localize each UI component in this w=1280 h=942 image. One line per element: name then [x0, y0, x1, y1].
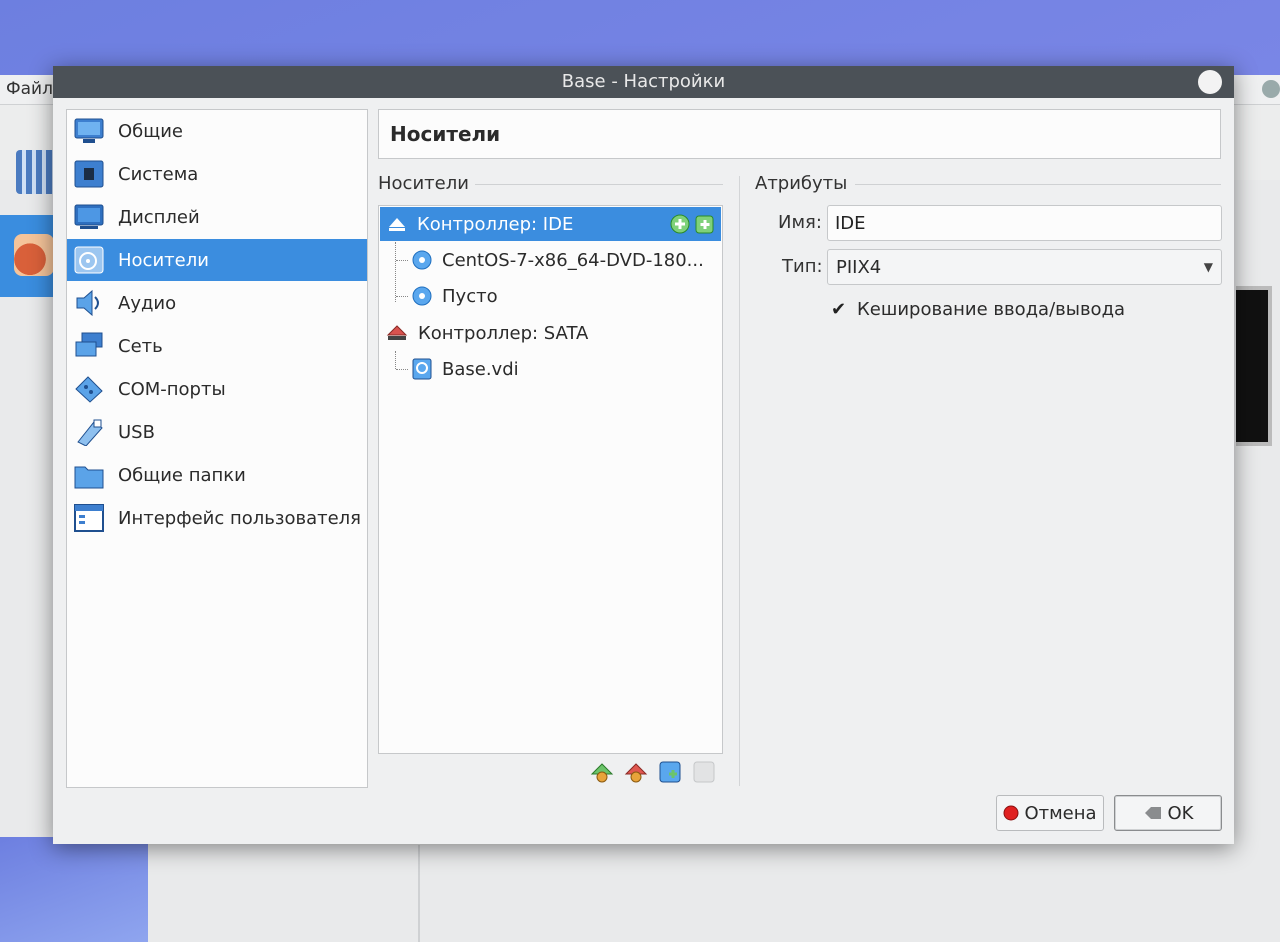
- group-divider: [855, 184, 1221, 185]
- vm-preview-icon: [1236, 286, 1272, 446]
- nav-item-network[interactable]: Сеть: [67, 325, 367, 367]
- add-hard-disk-icon[interactable]: [694, 213, 716, 235]
- add-controller-icon[interactable]: [590, 760, 614, 784]
- monitor-general-icon: [72, 116, 106, 146]
- nav-item-label: Общие: [118, 120, 183, 142]
- dialog-titlebar: Base - Настройки: [53, 66, 1234, 98]
- io-cache-checkbox[interactable]: ✔ Кеширование ввода/вывода: [831, 299, 1125, 320]
- tree-row-label: CentOS-7-x86_64-DVD-180...: [442, 249, 704, 271]
- nav-item-label: COM-порты: [118, 378, 226, 400]
- user-interface-icon: [72, 503, 106, 533]
- display-icon: [72, 202, 106, 232]
- tree-connector: [396, 369, 408, 370]
- nav-item-general[interactable]: Общие: [67, 110, 367, 152]
- nav-item-label: Система: [118, 163, 199, 185]
- nav-item-label: Интерфейс пользователя: [118, 507, 362, 529]
- io-cache-label: Кеширование ввода/вывода: [857, 299, 1126, 320]
- tree-row-optical-centos[interactable]: CentOS-7-x86_64-DVD-180...: [412, 243, 720, 277]
- add-optical-drive-icon[interactable]: [669, 213, 691, 235]
- nav-item-usb[interactable]: USB: [67, 411, 367, 453]
- tree-row-label: Контроллер: IDE: [417, 213, 574, 235]
- remove-controller-icon[interactable]: [624, 760, 648, 784]
- cancel-icon: [1003, 805, 1019, 821]
- nav-item-label: Сеть: [118, 335, 163, 357]
- background-tool-icon[interactable]: [16, 150, 56, 194]
- storage-tree: Контроллер: IDE CentOS-7-x86_64-DVD-180.…: [378, 205, 723, 754]
- ok-button-label: OK: [1167, 802, 1194, 824]
- nav-item-system[interactable]: Система: [67, 153, 367, 195]
- ide-controller-icon: [387, 215, 407, 233]
- add-attachment-icon[interactable]: [658, 760, 682, 784]
- type-select-value: PIIX4: [836, 256, 882, 278]
- storage-disk-icon: [72, 245, 106, 275]
- usb-icon: [72, 417, 106, 447]
- settings-nav-list: Общие Система Дисплей Носители Аудио Сет…: [66, 109, 368, 788]
- nav-item-shared-folders[interactable]: Общие папки: [67, 454, 367, 496]
- group-divider: [475, 184, 723, 185]
- speaker-icon: [72, 288, 106, 318]
- menu-file[interactable]: Файл: [6, 79, 53, 99]
- tree-row-sata-controller[interactable]: Контроллер: SATA: [380, 316, 721, 350]
- shared-folder-icon: [72, 460, 106, 490]
- nav-item-audio[interactable]: Аудио: [67, 282, 367, 324]
- ok-icon: [1143, 805, 1163, 821]
- tree-row-label: Пусто: [442, 285, 498, 307]
- cancel-button[interactable]: Отмена: [996, 795, 1104, 831]
- tree-row-ide-controller[interactable]: Контроллер: IDE: [380, 207, 721, 241]
- cancel-button-label: Отмена: [1024, 802, 1097, 824]
- tree-row-label: Base.vdi: [442, 358, 519, 380]
- nav-item-label: Дисплей: [118, 206, 200, 228]
- storage-group-label: Носители: [378, 173, 469, 194]
- ok-button[interactable]: OK: [1114, 795, 1222, 831]
- tree-row-optical-empty[interactable]: Пусто: [412, 279, 720, 313]
- network-icon: [72, 331, 106, 361]
- type-select[interactable]: PIIX4 ▼: [827, 249, 1222, 285]
- name-field-label: Имя:: [778, 212, 822, 233]
- nav-item-storage[interactable]: Носители: [67, 239, 367, 281]
- background-divider: [418, 845, 420, 942]
- background-window-button[interactable]: [1262, 80, 1280, 98]
- nav-item-display[interactable]: Дисплей: [67, 196, 367, 238]
- name-field[interactable]: [827, 205, 1222, 241]
- tree-connector: [396, 296, 408, 297]
- vm-os-icon: [14, 234, 54, 276]
- nav-item-label: Носители: [118, 249, 209, 271]
- nav-item-user-interface[interactable]: Интерфейс пользователя: [67, 497, 367, 539]
- chevron-down-icon: ▼: [1203, 260, 1213, 274]
- hard-disk-icon: [412, 358, 432, 380]
- tree-connector: [395, 242, 396, 302]
- optical-disc-icon: [412, 286, 432, 306]
- sata-controller-icon: [386, 323, 408, 343]
- chip-system-icon: [72, 159, 106, 189]
- nav-item-com-ports[interactable]: COM-порты: [67, 368, 367, 410]
- nav-item-label: USB: [118, 421, 155, 443]
- settings-dialog: Base - Настройки Общие Система Дисплей Н…: [53, 66, 1234, 844]
- nav-item-label: Аудио: [118, 292, 177, 314]
- checkmark-icon: ✔: [831, 299, 847, 320]
- remove-attachment-icon[interactable]: [692, 760, 716, 784]
- dialog-title: Base - Настройки: [561, 71, 726, 92]
- tree-connector: [395, 351, 396, 369]
- panel-separator: [739, 176, 740, 786]
- close-button[interactable]: [1198, 70, 1222, 94]
- desktop-wallpaper: [0, 837, 148, 942]
- tree-connector: [396, 260, 408, 261]
- tree-row-label: Контроллер: SATA: [418, 322, 589, 344]
- page-title: Носители: [378, 109, 1221, 159]
- type-field-label: Тип:: [782, 256, 823, 277]
- storage-toolbar: [590, 760, 716, 784]
- serial-port-icon: [72, 374, 106, 404]
- tree-row-hard-disk[interactable]: Base.vdi: [412, 352, 720, 386]
- attributes-group-label: Атрибуты: [755, 173, 848, 194]
- optical-disc-icon: [412, 250, 432, 270]
- nav-item-label: Общие папки: [118, 464, 246, 486]
